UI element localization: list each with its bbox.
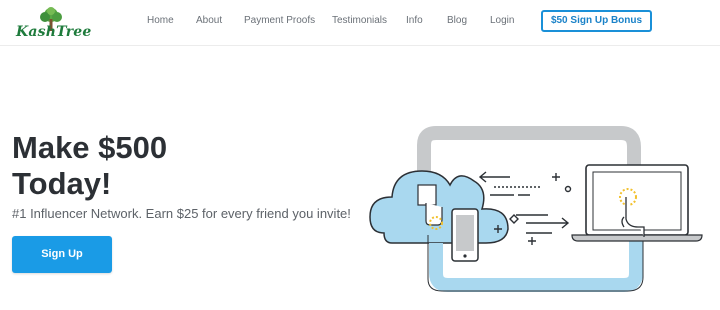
brand-logo[interactable]: KashTree xyxy=(16,7,91,41)
hero-title: Make $500 Today! xyxy=(12,130,167,202)
network-illustration xyxy=(369,126,703,292)
arrow-left-icon xyxy=(478,171,510,183)
arrow-right-icon xyxy=(526,217,570,229)
smartphone-icon xyxy=(451,208,479,262)
laptop-icon xyxy=(571,164,703,242)
hero-subtitle: #1 Influencer Network. Earn $25 for ever… xyxy=(12,206,351,221)
nav-payment-proofs[interactable]: Payment Proofs xyxy=(244,15,315,26)
nav-testimonials[interactable]: Testimonials xyxy=(332,15,387,26)
signup-bonus-button[interactable]: $50 Sign Up Bonus xyxy=(541,10,652,32)
nav-info[interactable]: Info xyxy=(406,15,423,26)
hero-title-line1: Make $500 xyxy=(12,130,168,165)
signup-button[interactable]: Sign Up xyxy=(12,236,112,273)
brand-name: KashTree xyxy=(16,24,92,40)
nav-about[interactable]: About xyxy=(196,15,222,26)
nav-login[interactable]: Login xyxy=(490,15,514,26)
site-header: KashTree Home About Payment Proofs Testi… xyxy=(0,0,720,46)
nav-blog[interactable]: Blog xyxy=(447,15,467,26)
hero-title-line2: Today! xyxy=(12,166,112,201)
nav-home[interactable]: Home xyxy=(147,15,174,26)
